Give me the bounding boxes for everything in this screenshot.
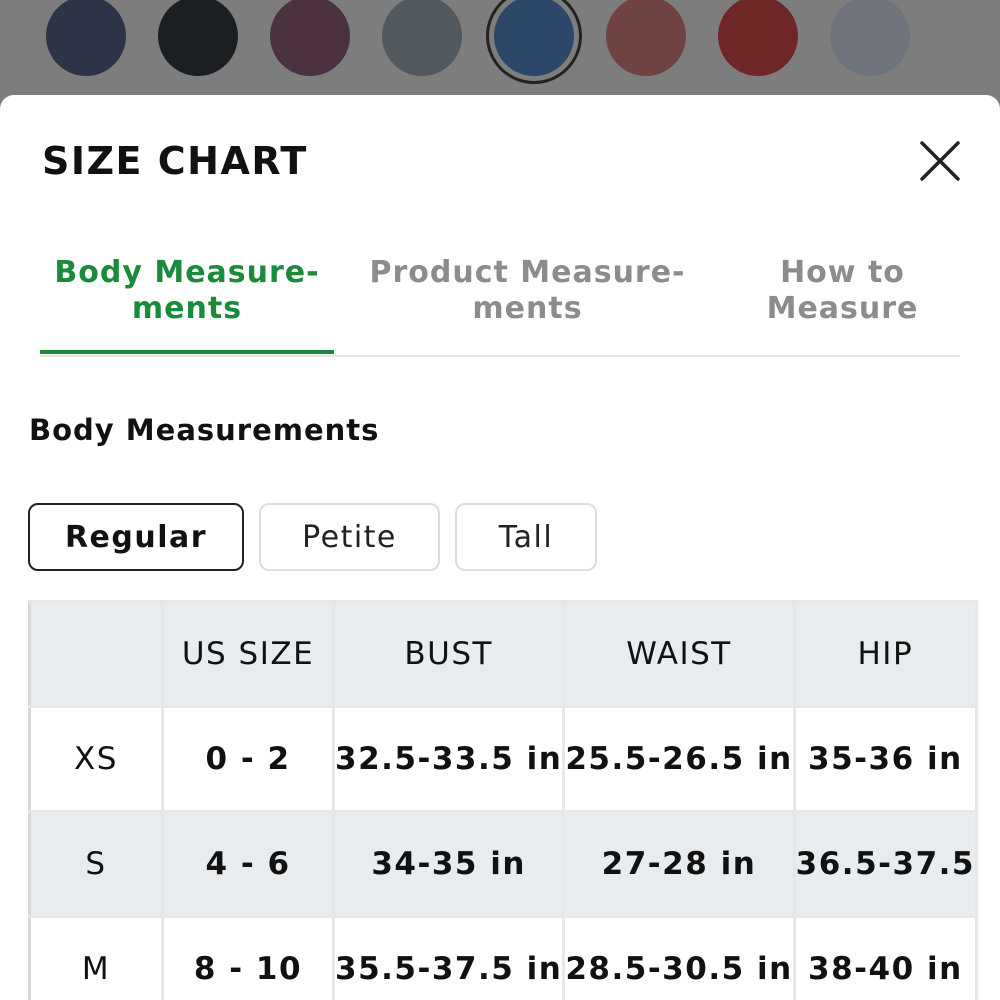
fit-tall-button[interactable]: Tall <box>455 503 597 571</box>
table-row: XS 0 - 2 32.5-33.5 in 25.5-26.5 in 35-36… <box>28 705 979 813</box>
table-cell: 38-40 in <box>792 915 979 1000</box>
size-chart-sheet: SIZE CHART Body Measure- ments Product M… <box>0 95 1000 1000</box>
color-swatch[interactable] <box>494 0 574 76</box>
table-header-cell: BUST <box>331 600 566 708</box>
fit-petite-button[interactable]: Petite <box>259 503 440 571</box>
table-header-cell <box>28 600 164 708</box>
size-label-cell: S <box>28 810 164 918</box>
close-icon[interactable] <box>918 139 962 183</box>
size-label-cell: M <box>28 915 164 1000</box>
table-cell: 28.5-30.5 in <box>562 915 796 1000</box>
color-swatch[interactable] <box>270 0 350 76</box>
table-cell: 4 - 6 <box>161 810 335 918</box>
size-table: US SIZE BUST WAIST HIP XS 0 - 2 32.5-33.… <box>28 600 979 1000</box>
table-cell: 35.5-37.5 in <box>331 915 566 1000</box>
table-header-row: US SIZE BUST WAIST HIP <box>28 600 979 708</box>
table-row: S 4 - 6 34-35 in 27-28 in 36.5-37.5 <box>28 810 979 918</box>
color-swatch[interactable] <box>606 0 686 76</box>
size-label-cell: XS <box>28 705 164 813</box>
size-chart-title: SIZE CHART <box>42 139 308 183</box>
active-tab-indicator <box>40 350 334 354</box>
table-cell: 0 - 2 <box>161 705 335 813</box>
table-cell: 32.5-33.5 in <box>331 705 566 813</box>
table-row: M 8 - 10 35.5-37.5 in 28.5-30.5 in 38-40… <box>28 915 979 1000</box>
color-swatch[interactable] <box>158 0 238 76</box>
section-title: Body Measurements <box>29 413 380 447</box>
table-cell: 34-35 in <box>331 810 566 918</box>
table-cell: 8 - 10 <box>161 915 335 1000</box>
color-swatch[interactable] <box>46 0 126 76</box>
table-header-cell: HIP <box>792 600 979 708</box>
color-swatch-bar <box>0 0 1000 110</box>
table-header-cell: US SIZE <box>161 600 335 708</box>
color-swatch[interactable] <box>382 0 462 76</box>
table-cell: 35-36 in <box>792 705 979 813</box>
measurement-tabs: Body Measure- ments Product Measure- men… <box>40 245 960 357</box>
tab-how-to-measure[interactable]: How to Measure <box>750 255 935 327</box>
fit-regular-button[interactable]: Regular <box>28 503 244 571</box>
tab-product-measurements[interactable]: Product Measure- ments <box>345 255 710 327</box>
table-cell: 36.5-37.5 <box>792 810 979 918</box>
table-header-cell: WAIST <box>562 600 796 708</box>
color-swatch[interactable] <box>718 0 798 76</box>
color-swatch[interactable] <box>830 0 910 76</box>
table-cell: 25.5-26.5 in <box>562 705 796 813</box>
tab-body-measurements[interactable]: Body Measure- ments <box>40 255 334 327</box>
table-cell: 27-28 in <box>562 810 796 918</box>
